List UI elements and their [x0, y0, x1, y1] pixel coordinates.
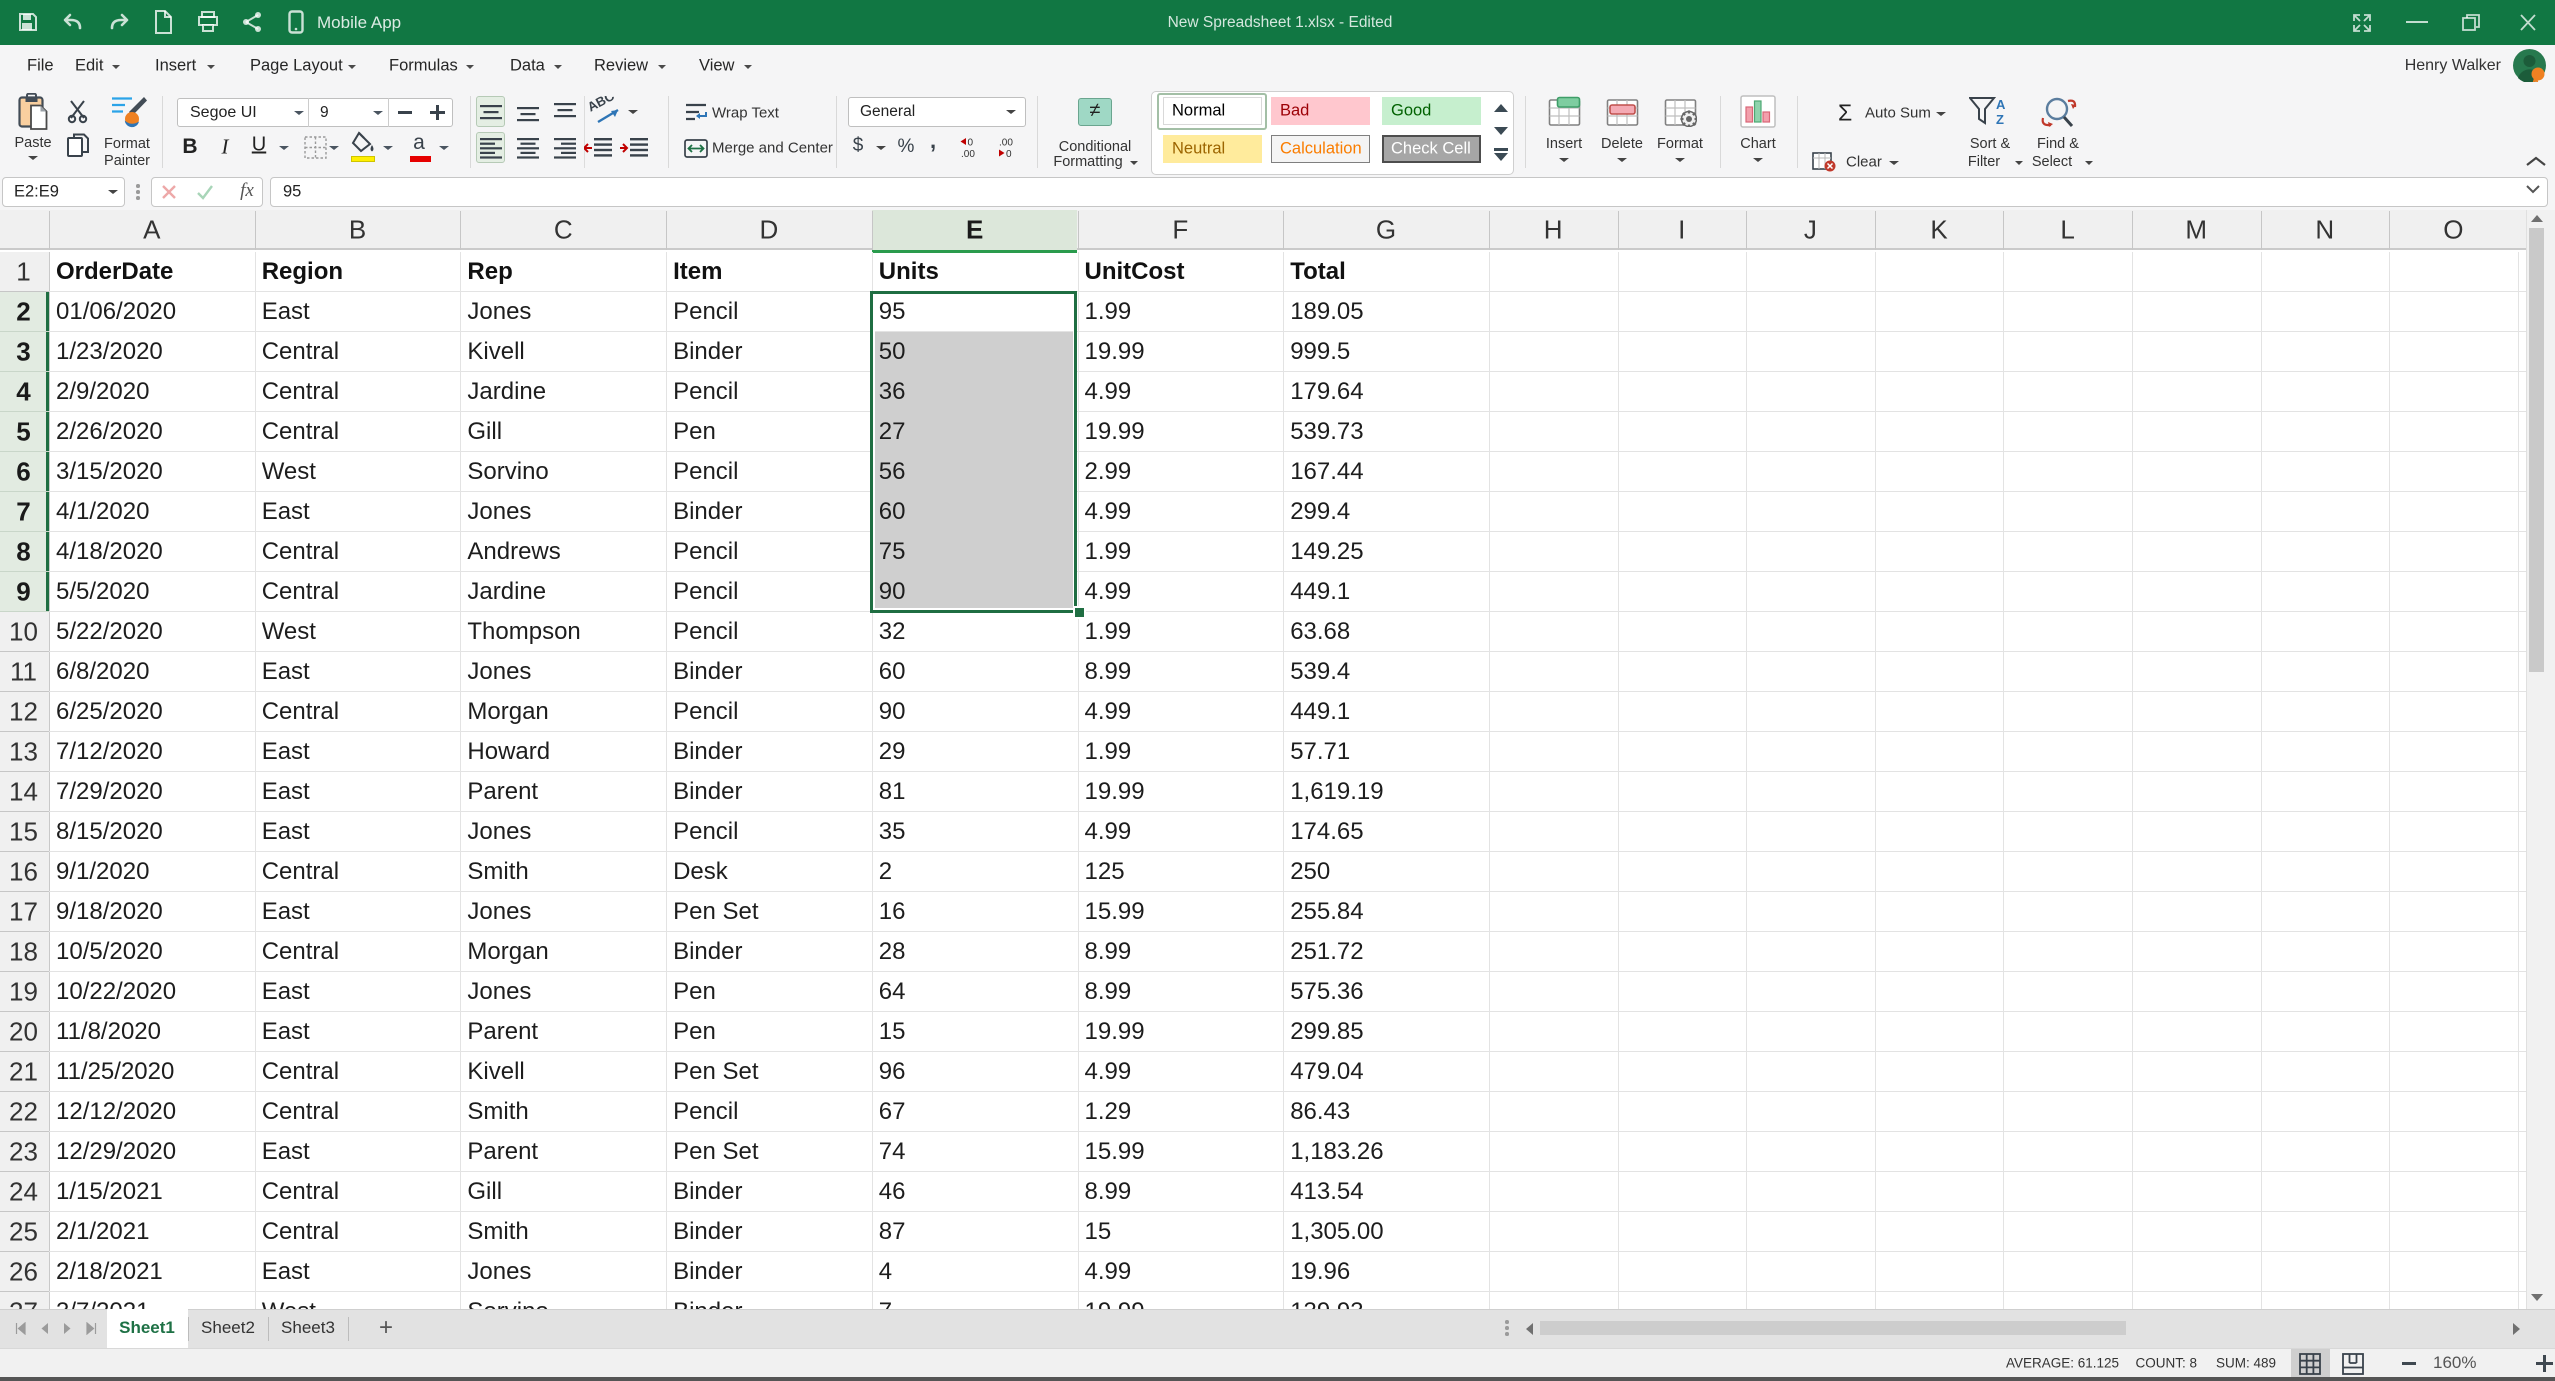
svg-text:.00: .00: [961, 149, 975, 159]
svg-text:A: A: [1996, 97, 2006, 112]
svg-text:0: 0: [968, 138, 974, 149]
svg-text:.00: .00: [999, 138, 1013, 149]
svg-text:Z: Z: [1996, 112, 2004, 127]
svg-text:0: 0: [1006, 149, 1012, 159]
